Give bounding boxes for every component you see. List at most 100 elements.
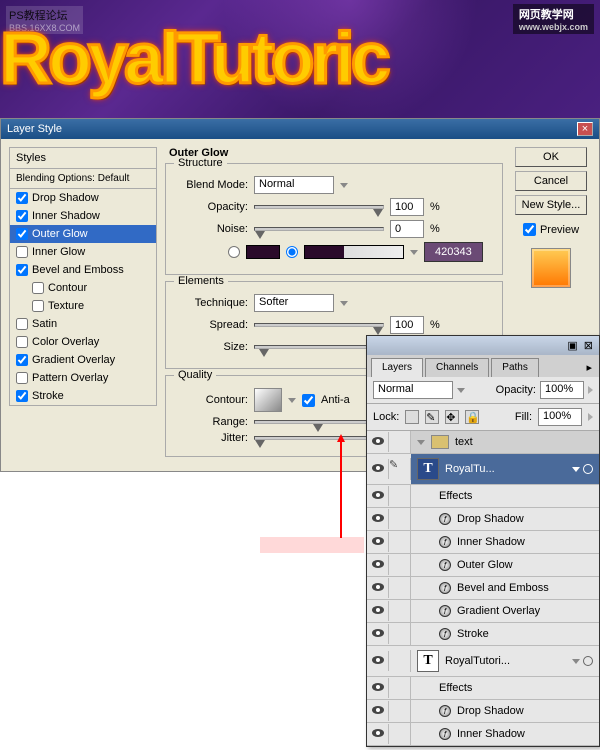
contour-picker[interactable] <box>254 388 282 412</box>
visibility-toggle[interactable] <box>367 701 389 721</box>
lock-position-icon[interactable]: ✥ <box>445 410 459 424</box>
chevron-down-icon[interactable] <box>288 398 296 403</box>
size-slider[interactable] <box>254 345 384 349</box>
styles-heading[interactable]: Styles <box>10 148 156 169</box>
style-item[interactable]: Inner Glow <box>10 243 156 261</box>
spread-slider[interactable] <box>254 323 384 327</box>
opacity-input[interactable]: 100% <box>540 381 584 399</box>
panel-header[interactable]: ▣ ⊠ <box>367 336 599 355</box>
lock-pixels-icon[interactable]: ✎ <box>425 410 439 424</box>
visibility-toggle[interactable] <box>367 509 389 529</box>
visibility-toggle[interactable] <box>367 432 389 452</box>
visibility-toggle[interactable] <box>367 724 389 744</box>
style-item[interactable]: Texture <box>10 297 156 315</box>
color-radio[interactable] <box>228 246 240 258</box>
lock-all-icon[interactable]: 🔒 <box>465 410 479 424</box>
style-item[interactable]: Inner Shadow <box>10 207 156 225</box>
visibility-toggle[interactable] <box>367 578 389 598</box>
style-checkbox[interactable] <box>16 372 28 384</box>
style-item[interactable]: Gradient Overlay <box>10 351 156 369</box>
effect-row[interactable]: fOuter Glow <box>367 554 599 577</box>
style-checkbox[interactable] <box>16 192 28 204</box>
visibility-toggle[interactable] <box>367 624 389 644</box>
jitter-slider[interactable] <box>254 436 384 440</box>
noise-slider[interactable] <box>254 227 384 231</box>
style-item[interactable]: Color Overlay <box>10 333 156 351</box>
effect-row[interactable]: fDrop Shadow <box>367 700 599 723</box>
style-checkbox[interactable] <box>16 210 28 222</box>
style-item[interactable]: Stroke <box>10 387 156 405</box>
visibility-toggle[interactable] <box>367 486 389 506</box>
range-slider[interactable] <box>254 420 384 424</box>
panel-menu-icon[interactable]: ▸ <box>583 358 595 377</box>
spread-label: Spread: <box>178 319 248 331</box>
style-item[interactable]: Satin <box>10 315 156 333</box>
tab-channels[interactable]: Channels <box>425 358 489 377</box>
layer-row[interactable]: T RoyalTutori... <box>367 646 599 677</box>
chevron-down-icon[interactable] <box>417 440 425 445</box>
effects-heading[interactable]: Effects <box>367 485 599 508</box>
lock-transparent-icon[interactable] <box>405 410 419 424</box>
effect-row[interactable]: fGradient Overlay <box>367 600 599 623</box>
layer-row[interactable]: ✎ T RoyalTu... <box>367 454 599 485</box>
visibility-toggle[interactable] <box>367 601 389 621</box>
visibility-toggle[interactable] <box>367 651 389 671</box>
chevron-icon[interactable] <box>588 413 593 421</box>
style-checkbox[interactable] <box>16 390 28 402</box>
close-icon[interactable]: ⊠ <box>584 339 593 352</box>
fx-toggle-icon[interactable] <box>583 656 593 666</box>
chevron-down-icon[interactable] <box>457 388 465 393</box>
blend-mode-select[interactable]: Normal <box>373 381 453 399</box>
effect-row[interactable]: fInner Shadow <box>367 531 599 554</box>
effect-row[interactable]: fStroke <box>367 623 599 646</box>
spread-input[interactable] <box>390 316 424 334</box>
ok-button[interactable]: OK <box>515 147 587 167</box>
fx-toggle-icon[interactable] <box>583 464 593 474</box>
visibility-toggle[interactable] <box>367 555 389 575</box>
opacity-slider[interactable] <box>254 205 384 209</box>
tab-layers[interactable]: Layers <box>371 358 423 377</box>
visibility-toggle[interactable] <box>367 678 389 698</box>
style-checkbox[interactable] <box>16 336 28 348</box>
blending-options[interactable]: Blending Options: Default <box>10 169 156 189</box>
style-checkbox[interactable] <box>16 264 28 276</box>
effects-heading[interactable]: Effects <box>367 677 599 700</box>
style-checkbox[interactable] <box>16 246 28 258</box>
new-style-button[interactable]: New Style... <box>515 195 587 215</box>
chevron-down-icon[interactable] <box>340 301 348 306</box>
effect-row[interactable]: fBevel and Emboss <box>367 577 599 600</box>
style-item[interactable]: Outer Glow <box>10 225 156 243</box>
style-checkbox[interactable] <box>16 228 28 240</box>
style-item[interactable]: Contour <box>10 279 156 297</box>
blend-mode-select[interactable]: Normal <box>254 176 334 194</box>
gradient-radio[interactable] <box>286 246 298 258</box>
fill-input[interactable]: 100% <box>538 408 582 426</box>
style-checkbox[interactable] <box>32 282 44 294</box>
style-item[interactable]: Pattern Overlay <box>10 369 156 387</box>
layer-group[interactable]: text <box>367 431 599 454</box>
opacity-input[interactable] <box>390 198 424 216</box>
preview-checkbox[interactable] <box>523 223 536 236</box>
effect-row[interactable]: fInner Shadow <box>367 723 599 746</box>
gradient-swatch[interactable] <box>304 245 404 259</box>
technique-select[interactable]: Softer <box>254 294 334 312</box>
tab-paths[interactable]: Paths <box>491 358 539 377</box>
style-item[interactable]: Drop Shadow <box>10 189 156 207</box>
chevron-down-icon[interactable] <box>340 183 348 188</box>
minimize-icon[interactable]: ▣ <box>567 339 577 352</box>
style-item[interactable]: Bevel and Emboss <box>10 261 156 279</box>
antialias-checkbox[interactable] <box>302 394 315 407</box>
noise-input[interactable] <box>390 220 424 238</box>
cancel-button[interactable]: Cancel <box>515 171 587 191</box>
link-column[interactable]: ✎ <box>389 458 411 480</box>
visibility-toggle[interactable] <box>367 459 389 479</box>
chevron-icon[interactable] <box>588 386 593 394</box>
visibility-toggle[interactable] <box>367 532 389 552</box>
style-checkbox[interactable] <box>16 318 28 330</box>
effect-row[interactable]: fDrop Shadow <box>367 508 599 531</box>
style-checkbox[interactable] <box>32 300 44 312</box>
chevron-down-icon[interactable] <box>410 250 418 255</box>
close-icon[interactable]: × <box>577 122 593 136</box>
style-checkbox[interactable] <box>16 354 28 366</box>
color-swatch[interactable] <box>246 245 280 259</box>
